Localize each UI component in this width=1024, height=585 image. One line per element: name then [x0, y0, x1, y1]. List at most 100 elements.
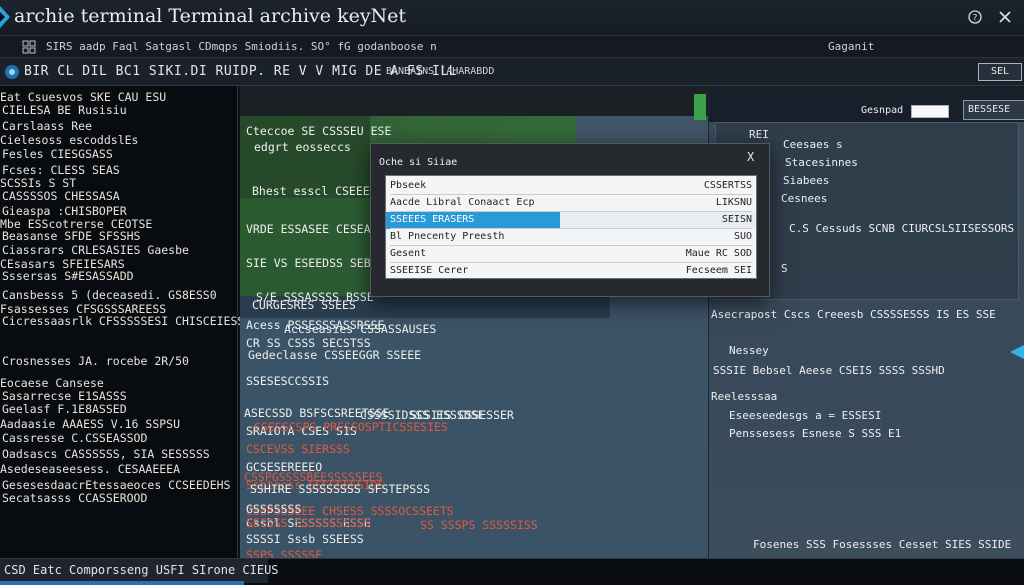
terminal-line: GesesesdaacrEtessaeoces CCSEEDEHS	[2, 478, 231, 492]
dialog-row-label: SSEEISE Cerer	[390, 265, 469, 276]
terminal-line: Ciassrars CRLESASIES Gaesbe	[2, 243, 189, 257]
terminal-line: Beasanse SFDE SFSSHS	[2, 229, 141, 243]
menu-grid-icon[interactable]	[22, 40, 36, 54]
property-line: S	[781, 262, 788, 275]
property-line: Penssesess Esnese S SSS E1	[729, 427, 902, 440]
terminal-line: Cicressaasrlk CFSSSSSESI CHISCEIESS Fee	[2, 314, 273, 328]
title-bar: archie terminal Terminal archive keyNet …	[0, 0, 1024, 36]
center-line: GSSSSSSS	[246, 502, 302, 516]
center-line: SEISSS SSSSSSSSSSS	[246, 516, 371, 530]
dialog-title: Oche si Siiae	[379, 157, 458, 168]
center-line: SS SSSPS SSSSSISS	[420, 518, 538, 532]
center-line: SSHIRE SSSSSSSSS SFSTEPSSS	[250, 482, 431, 496]
center-line: Accseasies CSSASSAUSES	[284, 322, 437, 336]
status-bar: CSD Eatc Comporsseng USFI SIrone CIEUS	[0, 558, 1024, 585]
center-accent-tab[interactable]	[694, 94, 706, 120]
menu-items[interactable]: SIRS aadp Faql Satgasl CDmqps Smiodiis. …	[46, 40, 437, 53]
dialog-list: Pbseek CSSERTSS Aacde Libral Conaact Ecp LI…	[385, 175, 757, 279]
center-line: SIE VS ESEEDSS SEB	[246, 256, 371, 270]
terminal-line: Crosnesses JA. rocebe 2R/50	[2, 354, 189, 368]
property-line: Siabees	[783, 174, 830, 187]
options-dialog: Oche si Siiae X Pbseek CSSERTSS Aacde Libr…	[370, 143, 770, 297]
close-icon[interactable]	[998, 10, 1012, 24]
terminal-panel[interactable]: Eat Csuesvos SKE CAU ESU CIELESA BE Rusis…	[0, 86, 272, 558]
dialog-row[interactable]: SSEEES ERASERS SEISN	[386, 212, 756, 229]
terminal-line: Secatsasss CCASSEROOD	[2, 491, 148, 505]
terminal-line: Aadaasie AAAESS V.16 SSPSU	[0, 417, 181, 431]
toolbar: BIR CL DIL BC1 SIKI.DI RUIDP. RE V V MIG…	[0, 58, 1024, 86]
help-icon[interactable]: ?	[968, 10, 982, 24]
center-line: CSSSSIDSSS ESSSDSE	[360, 408, 485, 422]
dialog-row[interactable]: Gesent Maue RC SOD	[386, 246, 756, 263]
window-title: archie terminal Terminal archive keyNet	[14, 5, 407, 27]
center-line: CURGESRES SSEES	[252, 298, 356, 312]
dialog-row-label: Gesent	[390, 248, 427, 259]
property-line: Asecrapost Cscs Creeesb CSSSSESSS IS ES …	[711, 308, 996, 321]
app-logo-icon	[0, 4, 12, 30]
terminal-line: Fesles CIESGSASS	[2, 147, 113, 161]
center-line: CSCEVSS SIERSSS	[246, 442, 350, 456]
dialog-row[interactable]: Pbseek CSSERTSS	[386, 178, 756, 195]
terminal-line: SCSSIs S ST	[0, 176, 77, 190]
terminal-line: Carslaass Ree	[2, 119, 93, 133]
center-line: VRDE ESSASEE CESEAE	[246, 222, 378, 236]
dialog-row-value: Fecseem SEI	[685, 265, 752, 276]
status-progress	[0, 581, 244, 585]
property-line: Reelesssaa	[711, 390, 778, 403]
terminal-line: Sssersas S#ESASSADD	[2, 269, 134, 283]
terminal-line: Sasarrecse E1SASSS	[2, 389, 127, 403]
property-line: Cesnees	[781, 192, 828, 205]
terminal-line: Eat Csuesvos SKE CAU ESU	[0, 90, 167, 104]
property-line: Eseeseedesgs a = ESSESI	[729, 409, 882, 422]
terminal-line: Asedeseaseesess. CESAAEEEA	[0, 462, 181, 476]
center-line: SSESESCCSSIS	[246, 374, 330, 388]
terminal-line: Fcses: CLESS SEAS	[2, 163, 120, 177]
property-line: SSSIE Bebsel Aeese CSEIS SSSS SSSHD	[713, 364, 945, 377]
center-line: Cteccoe SE CSSSEU ESE	[246, 124, 392, 138]
property-line: Stacesinnes	[785, 156, 858, 169]
center-line: CSESSCSPS PRESSOSPTICSSESIES	[254, 420, 448, 434]
terminal-line: CASSSSOS CHESSASA	[2, 189, 120, 203]
center-line: edgrt eosseccs	[254, 140, 351, 154]
svg-text:?: ?	[973, 14, 978, 24]
dialog-row[interactable]: Aacde Libral Conaact Ecp LIKSNU	[386, 195, 756, 212]
dialog-row-value: SUO	[733, 231, 752, 242]
center-line: Gedeclasse CSSEEGGR SSEEE	[248, 348, 422, 362]
terminal-line: Cassresse C.CSSEASSOD	[2, 431, 148, 445]
property-line: Nessey	[729, 344, 769, 357]
terminal-line: Cielesoss escoddslEs	[0, 133, 139, 147]
search-input[interactable]	[911, 105, 949, 118]
toolbar-secondary[interactable]: BANBAINS [AHARABDD	[386, 66, 494, 77]
menu-right-label[interactable]: Gaganit	[828, 40, 874, 53]
dialog-row-label: Aacde Libral Conaact Ecp	[390, 197, 535, 208]
terminal-line: CIELESA BE Rusisiu	[2, 103, 127, 117]
property-line: REI	[749, 128, 769, 141]
dialog-row-value: SEISN	[721, 214, 752, 225]
dialog-row[interactable]: Bl Pnecenty Preesth SUO	[386, 229, 756, 246]
toolbar-app-icon[interactable]	[4, 64, 20, 80]
dialog-row[interactable]: SSEEISE Cerer Fecseem SEI	[386, 263, 756, 280]
dialog-row-value: LIKSNU	[715, 197, 752, 208]
terminal-line: Geelasf F.1E8ASSED	[2, 402, 127, 416]
search-label: Gesnpad	[861, 105, 904, 116]
terminal-line: Cansbesss 5 (deceasedi. GS8ESS0	[2, 288, 217, 302]
expand-arrow-icon[interactable]	[1008, 345, 1024, 359]
dialog-row-label: Bl Pnecenty Preesth	[390, 231, 505, 242]
terminal-line: Oadsascs CASSSSSS, SIA SESSSSS	[2, 447, 210, 461]
center-line: SSSSI Sssb SSEESS	[246, 532, 364, 546]
property-line: C.S Cessuds SCNB CIURCSLSIISESSORS	[789, 222, 1015, 235]
dialog-row-label: Pbseek	[390, 180, 427, 191]
toolbar-select-button[interactable]: SEL	[978, 63, 1022, 81]
terminal-line: Gieaspa :CHISBOPER	[2, 204, 127, 218]
search-button[interactable]: BESSESE	[963, 100, 1024, 120]
property-line: Ceesaes s	[783, 138, 843, 151]
dialog-row-label: SSEEES ERASERS	[390, 214, 475, 225]
dialog-row-value: CSSERTSS	[703, 180, 752, 191]
dialog-close-icon[interactable]: X	[747, 150, 754, 164]
status-left: CSD Eatc Comporsseng USFI SIrone CIEUS	[0, 559, 279, 583]
dialog-row-value: Maue RC SOD	[685, 248, 752, 259]
terminal-line: Eocaese Cansese	[0, 376, 104, 390]
center-header	[240, 86, 708, 116]
right-bottom-text: Fosenes SSS Fosessses Cesset SIES SSIDE	[753, 538, 1012, 551]
menu-bar: SIRS aadp Faql Satgasl CDmqps Smiodiis. …	[0, 36, 1024, 58]
